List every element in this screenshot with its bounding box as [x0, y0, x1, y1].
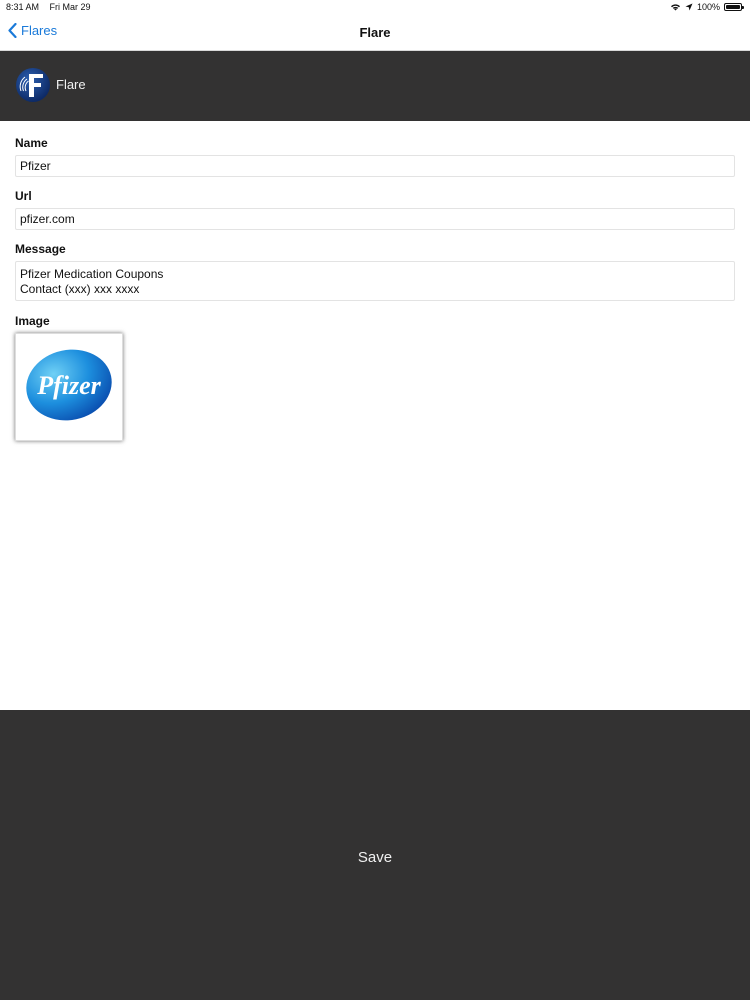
status-date: Fri Mar 29	[49, 2, 91, 12]
status-time: 8:31 AM	[6, 2, 40, 12]
pfizer-logo-image: Pfizer	[26, 349, 112, 421]
status-left: 8:31 AM Fri Mar 29	[6, 2, 99, 12]
message-line: Contact (xxx) xxx xxxx	[20, 282, 140, 296]
app-name: Flare	[56, 77, 86, 92]
url-field-value: pfizer.com	[20, 212, 75, 226]
url-label: Url	[15, 189, 32, 203]
status-bar: 8:31 AM Fri Mar 29 100%	[0, 0, 750, 14]
save-button[interactable]: Save	[0, 710, 750, 1000]
image-picker[interactable]: Pfizer	[15, 333, 123, 441]
pfizer-logo-text: Pfizer	[36, 371, 101, 400]
name-field-value: Pfizer	[20, 159, 51, 173]
battery-percent: 100%	[696, 2, 720, 12]
navigation-bar: Flares Flare	[0, 14, 750, 51]
app-header: Flare	[0, 51, 750, 121]
flare-logo-icon	[16, 68, 50, 102]
status-right: 100%	[670, 2, 744, 12]
name-field[interactable]: Pfizer	[15, 155, 735, 177]
url-field[interactable]: pfizer.com	[15, 208, 735, 230]
message-field[interactable]: Pfizer Medication Coupons Contact (xxx) …	[15, 261, 735, 301]
page-title: Flare	[359, 25, 391, 40]
battery-icon	[724, 3, 744, 11]
name-label: Name	[15, 136, 48, 150]
wifi-icon	[670, 4, 680, 11]
save-button-label: Save	[357, 849, 393, 866]
message-label: Message	[15, 242, 66, 256]
image-label: Image	[15, 314, 50, 328]
message-line: Pfizer Medication Coupons	[20, 267, 164, 281]
location-arrow-icon	[685, 3, 693, 11]
